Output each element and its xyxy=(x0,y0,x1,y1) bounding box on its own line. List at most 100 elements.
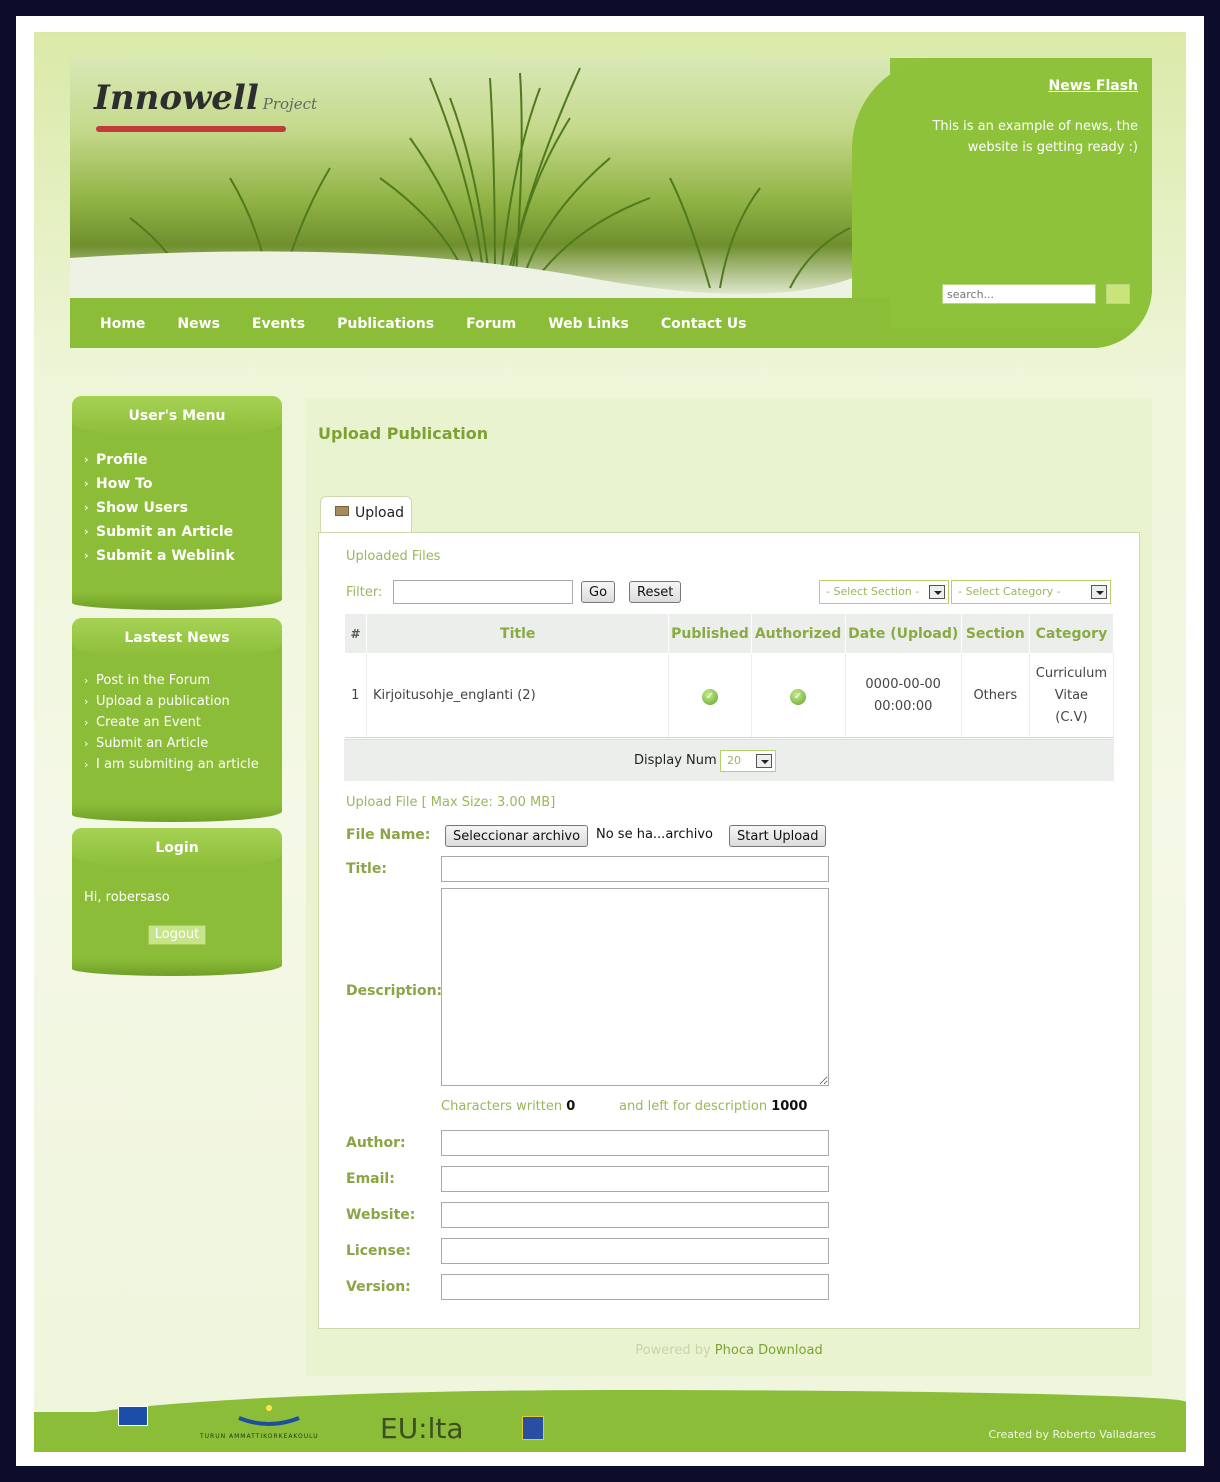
col-category[interactable]: Category xyxy=(1028,613,1115,654)
title-input[interactable] xyxy=(441,856,829,882)
filter-label: Filter: xyxy=(346,585,383,600)
latest-news-title: Lastest News xyxy=(72,618,282,658)
uploaded-files-label: Uploaded Files xyxy=(346,549,441,564)
row-authorized: ✓ xyxy=(751,653,846,738)
col-section[interactable]: Section xyxy=(960,613,1030,654)
go-button[interactable]: Go xyxy=(581,581,616,603)
website-label: Website: xyxy=(346,1207,416,1223)
chevron-down-icon xyxy=(1091,585,1107,599)
row-num: 1 xyxy=(344,653,368,738)
header: Innowell Project News Flash This is an ex… xyxy=(70,58,1152,348)
published-check-icon[interactable]: ✓ xyxy=(701,688,718,705)
news-flash-title[interactable]: News Flash xyxy=(1049,78,1138,94)
users-menu-box: User's Menu Profile How To Show Users Su… xyxy=(72,396,282,610)
news-item[interactable]: Post in the Forum xyxy=(84,670,282,691)
login-greeting: Hi, robersaso xyxy=(84,890,170,905)
author-input[interactable] xyxy=(441,1130,829,1156)
menu-item-submit-article[interactable]: Submit an Article xyxy=(84,520,282,544)
table-header-row: # Title Published Authorized Date (Uploa… xyxy=(343,613,1115,654)
users-menu-list: Profile How To Show Users Submit an Arti… xyxy=(72,436,282,568)
col-num: # xyxy=(343,613,368,654)
reset-button[interactable]: Reset xyxy=(629,581,682,603)
page-title: Upload Publication xyxy=(318,424,489,443)
display-num-select[interactable]: 20 xyxy=(720,750,776,772)
col-title[interactable]: Title xyxy=(366,613,670,654)
eu-flag-icon xyxy=(118,1406,148,1426)
menu-item-show-users[interactable]: Show Users xyxy=(84,496,282,520)
row-date: 0000-00-00 00:00:00 xyxy=(845,653,962,738)
page: Innowell Project News Flash This is an ex… xyxy=(34,32,1186,1452)
row-published: ✓ xyxy=(668,653,752,738)
nav-web-links[interactable]: Web Links xyxy=(548,316,629,332)
nav-news[interactable]: News xyxy=(177,316,219,332)
logo-swoosh xyxy=(96,126,286,132)
box-bottom xyxy=(72,958,282,976)
email-label: Email: xyxy=(346,1171,395,1187)
menu-item-profile[interactable]: Profile xyxy=(84,448,282,472)
logout-button[interactable]: Logout xyxy=(148,925,206,945)
login-title: Login xyxy=(72,828,282,868)
page-frame: Innowell Project News Flash This is an ex… xyxy=(16,16,1204,1466)
box-bottom xyxy=(72,804,282,822)
eulta-logo: EU:lta xyxy=(380,1412,464,1445)
login-box: Login Hi, robersaso Logout xyxy=(72,828,282,976)
choose-file-button[interactable]: Seleccionar archivo xyxy=(445,825,589,847)
authorized-check-icon: ✓ xyxy=(790,688,807,705)
news-item[interactable]: Create an Event xyxy=(84,712,282,733)
oulu-crest-icon xyxy=(522,1416,544,1440)
nav-events[interactable]: Events xyxy=(252,316,305,332)
chars-written: Characters written 0 xyxy=(441,1099,576,1114)
users-menu-title: User's Menu xyxy=(72,396,282,436)
display-num-row: Display Num 20 xyxy=(344,739,1114,781)
news-item[interactable]: Submit an Article xyxy=(84,733,282,754)
row-title[interactable]: Kirjoitusohje_englanti (2) xyxy=(366,653,670,738)
select-category[interactable]: - Select Category - xyxy=(951,580,1111,604)
no-file-text: No se ha...archivo xyxy=(596,827,713,842)
version-label: Version: xyxy=(346,1279,411,1295)
email-input[interactable] xyxy=(441,1166,829,1192)
nav-forum[interactable]: Forum xyxy=(466,316,516,332)
file-name-label: File Name: xyxy=(346,827,431,843)
site-logo[interactable]: Innowell Project xyxy=(94,78,317,118)
website-input[interactable] xyxy=(441,1202,829,1228)
menu-item-how-to[interactable]: How To xyxy=(84,472,282,496)
license-input[interactable] xyxy=(441,1238,829,1264)
chevron-down-icon xyxy=(929,585,945,599)
tab-upload[interactable]: Upload xyxy=(320,496,412,532)
filter-input[interactable] xyxy=(393,580,573,604)
row-section: Others xyxy=(961,653,1030,738)
author-label: Author: xyxy=(346,1135,406,1151)
display-num-label: Display Num xyxy=(634,753,717,768)
col-published[interactable]: Published xyxy=(668,613,752,654)
turku-sun-logo-icon xyxy=(238,1405,300,1426)
phoca-download-link[interactable]: Phoca Download xyxy=(715,1343,823,1358)
select-section[interactable]: - Select Section - xyxy=(819,580,949,604)
main-nav: Home News Events Publications Forum Web … xyxy=(100,316,746,332)
col-authorized[interactable]: Authorized xyxy=(750,613,846,654)
nav-publications[interactable]: Publications xyxy=(337,316,434,332)
powered-by: Powered by Phoca Download xyxy=(635,1343,823,1358)
search-input[interactable] xyxy=(942,284,1096,304)
col-date[interactable]: Date (Upload) xyxy=(844,613,962,654)
start-upload-button[interactable]: Start Upload xyxy=(729,825,827,847)
title-label: Title: xyxy=(346,861,387,877)
upload-icon xyxy=(335,506,349,516)
search-button[interactable] xyxy=(1106,284,1130,304)
table-row: 1 Kirjoitusohje_englanti (2) ✓ ✓ 0000-00… xyxy=(344,653,1115,738)
news-flash-panel: News Flash This is an example of news, t… xyxy=(852,58,1152,348)
nav-home[interactable]: Home xyxy=(100,316,145,332)
description-textarea[interactable] xyxy=(441,888,829,1086)
news-item[interactable]: I am submiting an article xyxy=(84,754,282,775)
nav-contact-us[interactable]: Contact Us xyxy=(661,316,747,332)
upload-panel: Uploaded Files Filter: Go Reset - Select… xyxy=(318,532,1140,1329)
chars-left: and left for description 1000 xyxy=(619,1099,808,1114)
license-label: License: xyxy=(346,1243,411,1259)
chevron-down-icon xyxy=(756,754,772,768)
turku-text: TURUN AMMATTIKORKEAKOULU xyxy=(200,1433,319,1440)
news-flash-text: This is an example of news, the website … xyxy=(932,119,1138,155)
news-item[interactable]: Upload a publication xyxy=(84,691,282,712)
version-input[interactable] xyxy=(441,1274,829,1300)
menu-item-submit-weblink[interactable]: Submit a Weblink xyxy=(84,544,282,568)
latest-news-list: Post in the Forum Upload a publication C… xyxy=(72,658,282,775)
files-table: # Title Published Authorized Date (Uploa… xyxy=(343,613,1115,738)
